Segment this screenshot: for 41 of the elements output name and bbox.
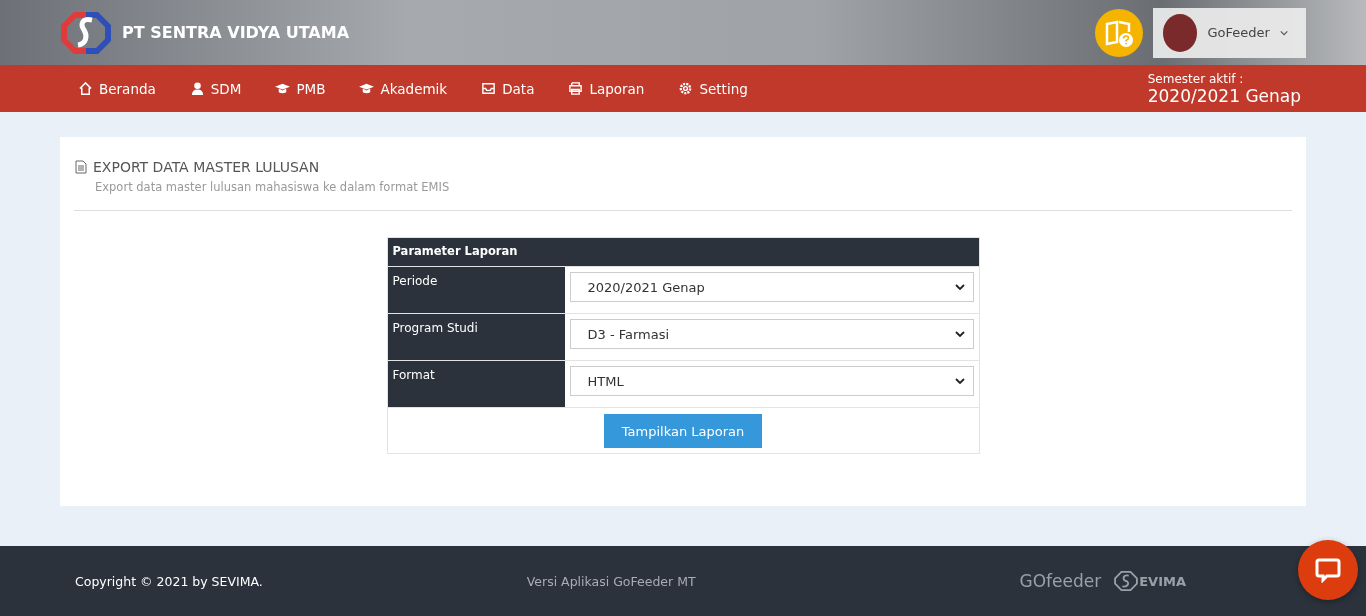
nav-item[interactable]: PMB (275, 80, 326, 97)
user-menu[interactable]: GoFeeder (1153, 7, 1306, 58)
version-text: Versi Aplikasi GoFeeder MT (526, 573, 696, 589)
field-label: Format (387, 361, 565, 407)
page-title: EXPORT DATA MASTER LULUSAN (93, 159, 320, 175)
chevron-icon (954, 331, 965, 337)
chevron-icon (954, 378, 965, 384)
help-book-icon[interactable] (1095, 8, 1143, 57)
dropdown[interactable]: 2020/2021 Genap (569, 272, 974, 302)
printer-icon (568, 81, 584, 96)
gear-icon (678, 81, 694, 96)
nav-item[interactable]: SDM (189, 80, 242, 97)
chat-bubble-icon (1315, 557, 1341, 583)
show-report-button[interactable]: Tampilkan Laporan (603, 414, 763, 448)
graduation-cap-icon (359, 81, 375, 96)
caret-icon (1279, 29, 1288, 36)
field-label: Periode (387, 267, 565, 313)
footer-logo: EVIMA (1113, 571, 1186, 591)
nav-item[interactable]: Data (481, 80, 535, 97)
page-subtitle: Export data master lulusan mahasiswa ke dalam format EMIS (94, 180, 451, 194)
company-logo-icon (60, 9, 112, 56)
avatar (1163, 13, 1198, 52)
nav-item[interactable]: Akademik (359, 80, 448, 97)
document-icon (75, 160, 87, 174)
home-icon (78, 81, 93, 96)
nav-item[interactable]: Laporan (568, 80, 645, 97)
dropdown[interactable]: HTML (569, 366, 974, 396)
table-heading: Parameter Laporan (387, 238, 979, 266)
field-label: Program Studi (387, 314, 565, 360)
semester-label: Semester aktif : (1147, 71, 1245, 86)
nav-item[interactable]: Beranda (78, 80, 156, 97)
dropdown[interactable]: D3 - Farmasi (569, 319, 974, 349)
footer-logo: GOfeeder (1019, 571, 1102, 591)
copyright-text: Copyright © 2021 by SEVIMA. (75, 573, 263, 589)
nav-item[interactable]: Setting (678, 80, 748, 97)
company-name: PT SENTRA VIDYA UTAMA (122, 23, 350, 42)
graduation-cap-icon (275, 81, 291, 96)
chevron-icon (954, 284, 965, 290)
inbox-icon (481, 81, 497, 96)
semester-value: 2020/2021 Genap (1147, 85, 1301, 106)
user-icon (189, 81, 205, 96)
